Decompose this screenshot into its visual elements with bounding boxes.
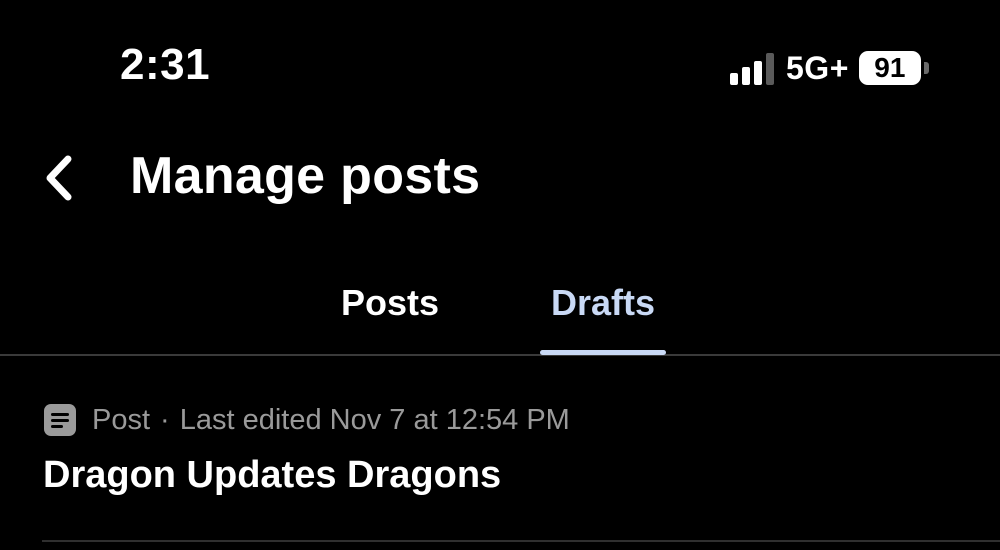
item-divider [42,540,1000,542]
tab-drafts[interactable]: Drafts [528,282,678,324]
page-title: Manage posts [130,147,481,205]
draft-edited-time: Last edited Nov 7 at 12:54 PM [179,403,570,436]
document-icon [44,404,76,436]
signal-strength-icon [730,51,774,85]
chevron-left-icon [46,155,72,201]
battery-icon: 91 [858,51,929,85]
tab-divider [0,354,1000,356]
battery-level: 91 [858,51,921,85]
status-time: 2:31 [120,40,211,89]
app-header: Manage posts [0,140,1000,220]
list-item[interactable]: Post · Last edited Nov 7 at 12:54 PM Dra… [0,390,1000,550]
tab-bar: Posts Drafts [0,270,1000,356]
status-indicators: 5G+ 91 [730,48,929,88]
draft-title: Dragon Updates Dragons [43,454,502,496]
status-bar: 2:31 5G+ 91 [0,0,1000,140]
network-type: 5G+ [786,49,849,86]
tab-posts[interactable]: Posts [320,282,460,324]
draft-type: Post [92,403,151,436]
draft-meta: Post · Last edited Nov 7 at 12:54 PM [44,400,570,440]
back-button[interactable] [30,148,90,208]
active-tab-indicator [540,350,666,355]
meta-separator: · [160,403,170,436]
